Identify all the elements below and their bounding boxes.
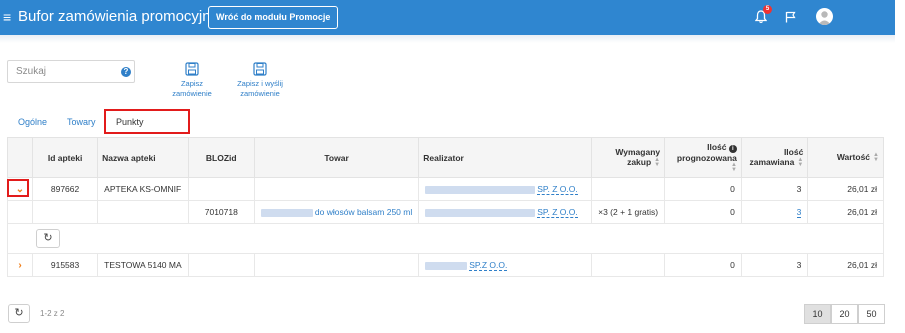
table-header-row: Id apteki Nazwa apteki BLOZid Towar Real… bbox=[7, 137, 884, 178]
id-cell: 915583 bbox=[31, 253, 99, 277]
name-cell: APTEKA KS-OMNIF bbox=[97, 177, 189, 201]
header-product[interactable]: Towar bbox=[253, 137, 420, 178]
save-order-label: Zapisz zamówienie bbox=[172, 79, 212, 98]
header-supplier[interactable]: Realizator bbox=[418, 137, 593, 178]
chevron-right-icon[interactable]: › bbox=[18, 260, 21, 271]
id-cell bbox=[31, 200, 99, 224]
forecast-cell: 0 bbox=[664, 200, 742, 224]
subrow-actions: ↻ bbox=[7, 223, 884, 254]
name-cell bbox=[97, 200, 189, 224]
id-cell: 897662 bbox=[31, 177, 99, 201]
save-icon bbox=[185, 62, 199, 76]
product-cell[interactable]: do włosów balsam 250 ml bbox=[253, 200, 420, 224]
value-cell: 26,01 zł bbox=[807, 200, 884, 224]
redacted-text bbox=[260, 208, 313, 217]
expand-cell[interactable]: › bbox=[7, 253, 33, 277]
supplier-cell[interactable]: SP. Z O.O. bbox=[418, 200, 593, 224]
tab-general[interactable]: Ogólne bbox=[18, 110, 47, 134]
info-icon[interactable]: i bbox=[728, 144, 737, 153]
ordered-cell: 3 bbox=[740, 253, 809, 277]
header-shadow bbox=[0, 35, 895, 43]
sort-icon: ▲ ▼ bbox=[730, 162, 737, 174]
highlight-expand bbox=[7, 179, 29, 197]
expand-cell bbox=[7, 200, 33, 224]
search-input[interactable] bbox=[8, 61, 112, 82]
table-refresh-button[interactable]: ↻ bbox=[8, 304, 30, 323]
value-cell: 26,01 zł bbox=[807, 253, 884, 277]
save-send-label-1: Zapisz i wyślij bbox=[237, 79, 283, 88]
save-order-button[interactable]: Zapisz zamówienie bbox=[161, 62, 223, 99]
ordered-cell[interactable]: 3 bbox=[740, 200, 809, 224]
ordered-quantity-link[interactable]: 3 bbox=[796, 207, 802, 218]
user-icon bbox=[818, 11, 831, 25]
bloz-cell bbox=[187, 177, 255, 201]
page-size-20[interactable]: 20 bbox=[831, 304, 858, 324]
header-bloz[interactable]: BLOZid bbox=[187, 137, 255, 178]
required-cell bbox=[591, 177, 666, 201]
window-edge bbox=[895, 0, 905, 333]
refresh-button[interactable]: ↻ bbox=[36, 229, 60, 248]
save-and-send-button[interactable]: Zapisz i wyślij zamówienie bbox=[228, 62, 292, 99]
page-size-50[interactable]: 50 bbox=[858, 304, 885, 324]
header-name[interactable]: Nazwa apteki bbox=[97, 137, 189, 178]
table-row: ⌄ 897662 APTEKA KS-OMNIF SP. Z O.O. 0 3 … bbox=[7, 177, 884, 201]
required-cell: ×3 (2 + 1 gratis) bbox=[591, 200, 666, 224]
header-value[interactable]: Wartość ▲ ▼ bbox=[807, 137, 884, 178]
hamburger-menu-icon[interactable]: ≡ bbox=[3, 9, 11, 25]
sort-icon: ▲ ▼ bbox=[797, 156, 804, 168]
header-forecast[interactable]: Ilość i prognozowana▲ ▼ bbox=[664, 137, 742, 178]
header-id[interactable]: Id apteki bbox=[31, 137, 99, 178]
header-required[interactable]: Wymagany zakup ▲ ▼ bbox=[591, 137, 666, 178]
value-cell: 26,01 zł bbox=[807, 177, 884, 201]
back-to-promotions-button[interactable]: Wróć do modułu Promocje bbox=[208, 6, 339, 29]
table-row: 7010718 do włosów balsam 250 ml SP. Z O.… bbox=[7, 200, 884, 224]
page-title: Bufor zamówienia promocyjnego bbox=[18, 8, 236, 25]
bloz-cell: 7010718 bbox=[187, 200, 255, 224]
sort-icon: ▲ ▼ bbox=[654, 156, 661, 168]
save-send-label-2: zamówienie bbox=[240, 89, 280, 98]
redacted-text bbox=[425, 208, 536, 217]
highlight-tab bbox=[104, 109, 190, 134]
flag-icon[interactable] bbox=[785, 11, 796, 23]
forecast-cell: 0 bbox=[664, 253, 742, 277]
top-bar: ≡ Bufor zamówienia promocyjnego Wróć do … bbox=[0, 0, 895, 35]
table-row: › 915583 TESTOWA 5140 MA SP.Z O.O. 0 3 2… bbox=[7, 253, 884, 277]
supplier-cell[interactable]: SP.Z O.O. bbox=[418, 253, 593, 277]
sort-icon: ▲ ▼ bbox=[873, 151, 879, 163]
supplier-cell[interactable]: SP. Z O.O. bbox=[418, 177, 593, 201]
save-send-icon bbox=[253, 62, 267, 76]
forecast-cell: 0 bbox=[664, 177, 742, 201]
page-size-10[interactable]: 10 bbox=[804, 304, 831, 324]
product-cell bbox=[253, 253, 420, 277]
table-row: ↻ bbox=[7, 223, 884, 254]
required-cell bbox=[591, 253, 666, 277]
redacted-text bbox=[425, 261, 468, 270]
avatar[interactable] bbox=[816, 8, 833, 25]
orders-table: Id apteki Nazwa apteki BLOZid Towar Real… bbox=[7, 137, 884, 277]
name-cell: TESTOWA 5140 MA bbox=[97, 253, 189, 277]
ordered-cell: 3 bbox=[740, 177, 809, 201]
help-icon[interactable]: ? bbox=[121, 67, 131, 77]
redacted-text bbox=[425, 185, 536, 194]
header-expand bbox=[7, 137, 33, 178]
tab-products[interactable]: Towary bbox=[67, 110, 96, 134]
notification-badge: 5 bbox=[763, 5, 772, 14]
product-cell bbox=[253, 177, 420, 201]
header-ordered[interactable]: Ilość zamawiana ▲ ▼ bbox=[740, 137, 809, 178]
bloz-cell bbox=[187, 253, 255, 277]
search-box: ? bbox=[7, 60, 135, 83]
pager-info: 1-2 z 2 bbox=[40, 309, 65, 318]
